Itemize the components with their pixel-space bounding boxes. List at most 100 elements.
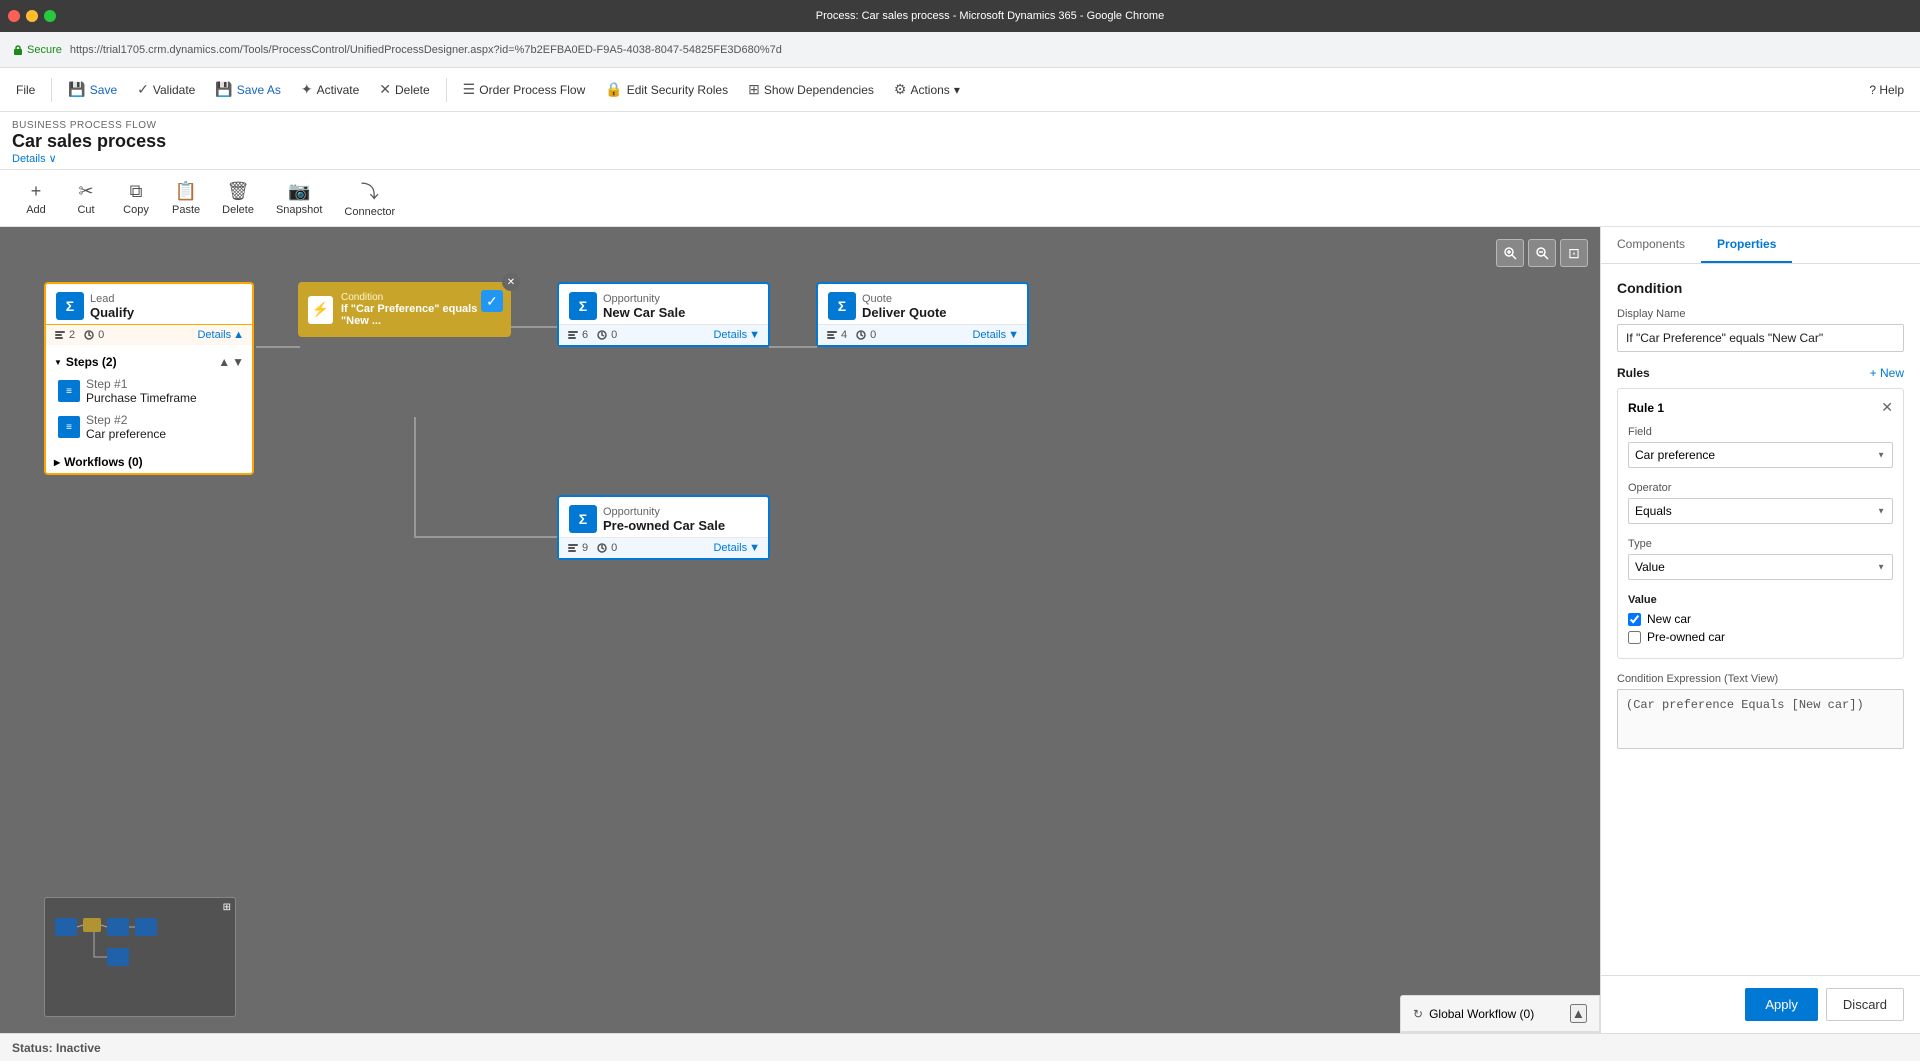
security-icon: 🔒 (605, 81, 622, 98)
opportunity-new-node: Σ Opportunity New Car Sale 6 0 Details ▼ (557, 282, 770, 347)
browser-chrome: Process: Car sales process - Microsoft D… (0, 0, 1920, 32)
delete-toolbar-button[interactable]: ✕ Delete (371, 77, 437, 102)
address-url[interactable]: https://trial1705.crm.dynamics.com/Tools… (70, 44, 782, 56)
details-chevron-icon: ▲ (233, 329, 244, 341)
delete-toolbar-icon: ✕ (379, 81, 391, 98)
new-car-label: New car (1647, 612, 1691, 626)
condition-node-title: Condition (341, 292, 501, 303)
tab-properties[interactable]: Properties (1701, 227, 1792, 263)
cut-button[interactable]: ✂ Cut (62, 177, 110, 220)
file-button[interactable]: File (8, 79, 43, 101)
opp-new-details-button[interactable]: Details ▼ (713, 329, 760, 341)
display-name-input[interactable] (1617, 324, 1904, 352)
field-select-wrapper: Car preference (1628, 442, 1893, 468)
cut-icon: ✂ (78, 181, 93, 202)
page-header: BUSINESS PROCESS FLOW Car sales process … (0, 112, 1920, 170)
show-dependencies-button[interactable]: ⊞ Show Dependencies (740, 77, 882, 102)
operator-group: Operator Equals (1628, 482, 1893, 524)
tab-components[interactable]: Components (1601, 227, 1701, 263)
status-label: Status: (12, 1041, 53, 1055)
condition-expression-group: Condition Expression (Text View) (Car pr… (1617, 673, 1904, 752)
field-group: Field Car preference (1628, 426, 1893, 468)
activate-icon: ✦ (301, 81, 313, 98)
snapshot-button[interactable]: 📷 Snapshot (266, 177, 332, 220)
browser-close-btn[interactable] (8, 10, 20, 22)
save-button[interactable]: 💾 Save (60, 77, 125, 102)
new-car-checkbox[interactable] (1628, 613, 1641, 626)
quote-chevron-icon: ▼ (1008, 329, 1019, 341)
apply-button[interactable]: Apply (1745, 988, 1818, 1021)
opp-preowned-name: Pre-owned Car Sale (603, 518, 725, 533)
save-as-button[interactable]: 💾 Save As (207, 77, 288, 102)
global-wf-collapse-button[interactable]: ▲ (1570, 1004, 1587, 1023)
value-section: Value New car Pre-owned car (1628, 594, 1893, 644)
panel-footer: Apply Discard (1601, 975, 1920, 1033)
rule-1-close-button[interactable]: ✕ (1881, 399, 1893, 416)
validate-button[interactable]: ✓ Validate (129, 77, 203, 102)
opp-preowned-details-button[interactable]: Details ▼ (713, 542, 760, 554)
step-down-button[interactable]: ▼ (232, 355, 244, 369)
opp-new-title: Opportunity (603, 293, 685, 305)
canvas-controls: ⊡ (1496, 239, 1588, 267)
activate-button[interactable]: ✦ Activate (293, 77, 367, 102)
delete-canvas-icon: 🗑 (227, 181, 250, 202)
connector-button[interactable]: ⤵ Connector (334, 174, 405, 222)
new-car-checkbox-item: New car (1628, 612, 1893, 626)
right-panel: Components Properties Condition Display … (1600, 227, 1920, 1033)
field-select[interactable]: Car preference (1628, 442, 1893, 468)
workflows-section: ▶ Workflows (0) (46, 451, 252, 473)
paste-button[interactable]: 📋 Paste (162, 177, 210, 220)
minimap[interactable]: ⊞ (44, 897, 236, 1017)
quote-icon: Σ (828, 292, 856, 320)
steps-arrows: ▲ ▼ (218, 355, 244, 369)
lead-details-button[interactable]: Details ▲ (197, 329, 244, 341)
add-button[interactable]: + Add (12, 177, 60, 220)
lead-steps-stat: 2 (54, 329, 75, 341)
canvas-area[interactable]: ⊡ Σ Lead Qualify 2 0 (0, 227, 1600, 1033)
step-2-item[interactable]: ≡ Step #2 Car preference (54, 409, 244, 445)
browser-maximize-btn[interactable] (44, 10, 56, 22)
operator-select[interactable]: Equals (1628, 498, 1893, 524)
fit-view-button[interactable]: ⊡ (1560, 239, 1588, 267)
condition-node[interactable]: ⚡ Condition If "Car Preference" equals "… (298, 282, 511, 337)
delete-canvas-button[interactable]: 🗑 Delete (212, 177, 264, 220)
dependencies-icon: ⊞ (748, 81, 760, 98)
actions-chevron-icon: ▾ (954, 83, 960, 97)
step-1-item[interactable]: ≡ Step #1 Purchase Timeframe (54, 373, 244, 409)
quote-node: Σ Quote Deliver Quote 4 0 Details ▼ (816, 282, 1029, 347)
file-label: File (16, 83, 35, 97)
step-up-button[interactable]: ▲ (218, 355, 230, 369)
discard-button[interactable]: Discard (1826, 988, 1904, 1021)
zoom-in-button[interactable] (1496, 239, 1524, 267)
quote-steps-stat: 4 (826, 329, 847, 341)
edit-security-roles-button[interactable]: 🔒 Edit Security Roles (597, 77, 736, 102)
actions-button[interactable]: ⚙ Actions ▾ (886, 77, 968, 102)
validate-icon: ✓ (137, 81, 149, 98)
browser-title: Process: Car sales process - Microsoft D… (68, 10, 1912, 22)
condition-expr-label: Condition Expression (Text View) (1617, 673, 1904, 685)
value-title: Value (1628, 594, 1893, 606)
global-workflow: ↻ Global Workflow (0) ▲ (1400, 995, 1600, 1033)
top-toolbar: File 💾 Save ✓ Validate 💾 Save As ✦ Activ… (0, 68, 1920, 112)
zoom-out-button[interactable] (1528, 239, 1556, 267)
condition-expr-textarea[interactable]: (Car preference Equals [New car]) (1617, 689, 1904, 749)
condition-delete-button[interactable]: ✕ (502, 273, 520, 291)
steps-triangle-icon: ▼ (54, 358, 62, 367)
lead-workflows-stat: 0 (83, 329, 104, 341)
copy-button[interactable]: ⧉ Copy (112, 177, 160, 220)
status-value: Inactive (56, 1041, 101, 1055)
opp-new-steps-stat: 6 (567, 329, 588, 341)
steps-section: ▼ Steps (2) ▲ ▼ ≡ Step #1 Purchase Timef… (46, 345, 252, 451)
order-process-flow-button[interactable]: ☰ Order Process Flow (455, 77, 594, 102)
opp-preowned-header: Σ Opportunity Pre-owned Car Sale (559, 497, 768, 537)
rule-1-box: Rule 1 ✕ Field Car preference Operator (1617, 388, 1904, 659)
status-bar: Status: Inactive (0, 1033, 1920, 1061)
new-rule-link[interactable]: + New (1870, 366, 1904, 380)
quote-details-button[interactable]: Details ▼ (972, 329, 1019, 341)
details-link[interactable]: Details ∨ (12, 152, 1908, 165)
type-select[interactable]: Value (1628, 554, 1893, 580)
preowned-car-checkbox[interactable] (1628, 631, 1641, 644)
help-button[interactable]: ? Help (1861, 79, 1912, 101)
global-wf-refresh-icon: ↻ (1413, 1007, 1423, 1021)
browser-minimize-btn[interactable] (26, 10, 38, 22)
